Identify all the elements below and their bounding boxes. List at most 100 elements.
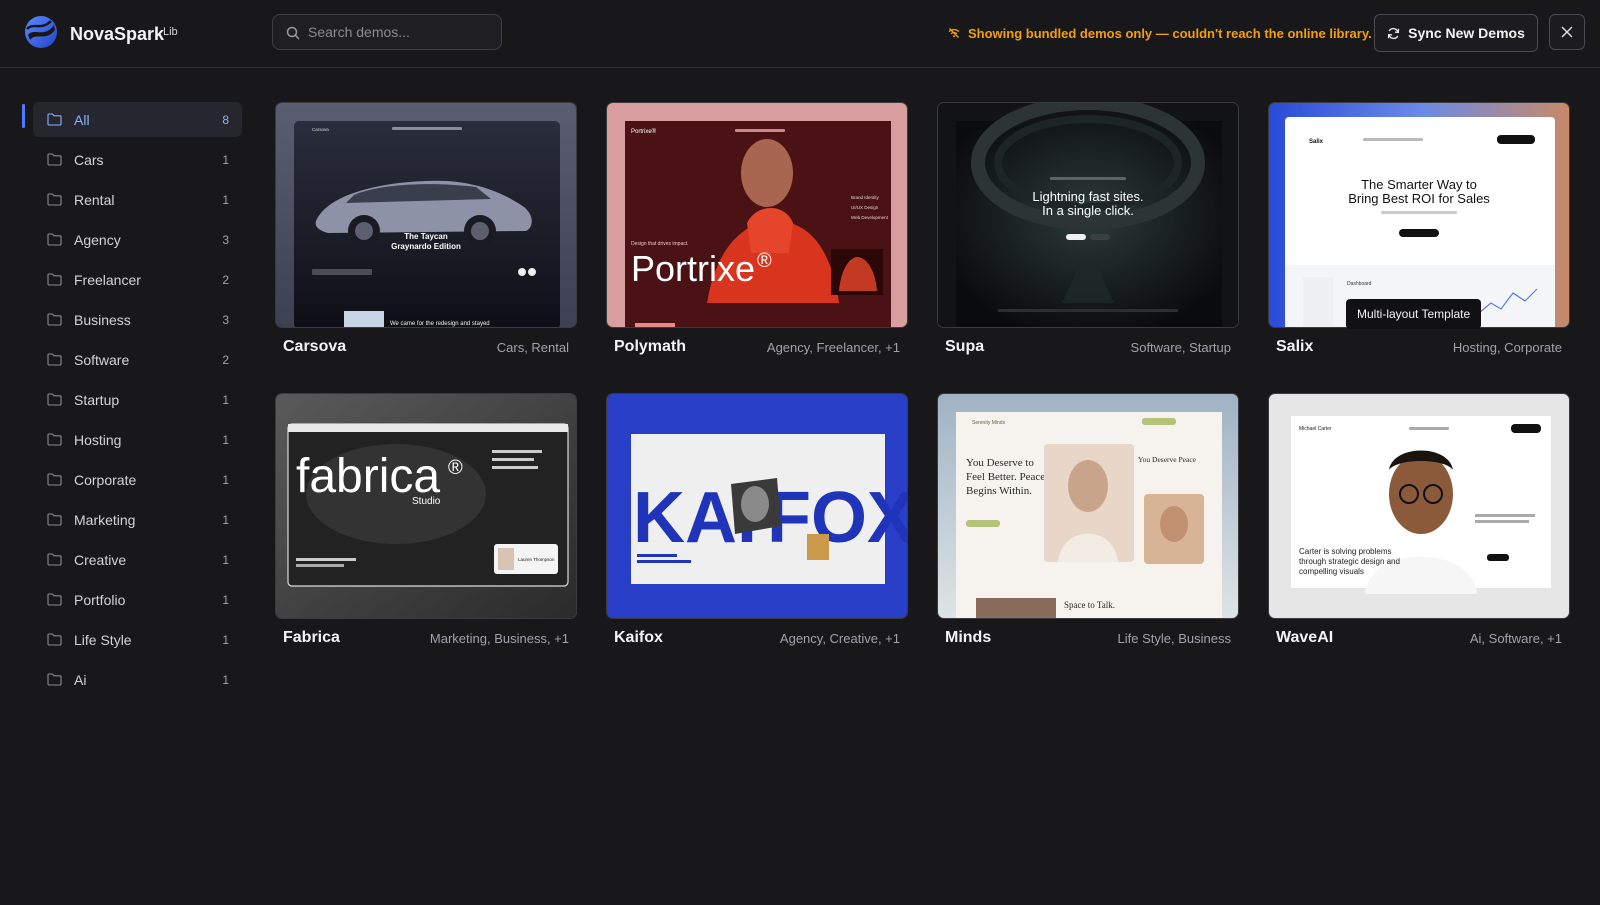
sidebar-item-count: 1 (222, 633, 229, 647)
demo-thumbnail[interactable]: Serenity Minds You Deserve to Feel Bette… (937, 393, 1239, 619)
polymath-preview: Portrixe® Design that drives impact. Por… (607, 103, 907, 327)
sidebar-item-count: 2 (222, 273, 229, 287)
search-box[interactable] (272, 14, 502, 50)
waveai-copy-3: compelling visuals (1299, 567, 1364, 576)
demo-card-kaifox[interactable]: KAI FOX Kaifox Agency, Creative, +1 (606, 393, 908, 653)
sidebar-item-count: 1 (222, 193, 229, 207)
sidebar-item-rental[interactable]: Rental 1 (33, 182, 242, 217)
demo-thumbnail[interactable]: fabrica ® Studio Lauren Thompson (275, 393, 577, 619)
sidebar-item-count: 3 (222, 313, 229, 327)
sidebar-item-all[interactable]: All 8 (33, 102, 242, 137)
salix-dash-label: Dashboard (1347, 281, 1372, 287)
fabrica-reg: ® (448, 457, 463, 479)
demo-thumbnail[interactable]: Salix The Smarter Way to Bring Best ROI … (1268, 102, 1570, 328)
polymath-tagline: Design that drives impact. (631, 241, 689, 247)
novaspark-logo-icon (25, 16, 57, 48)
kaifox-preview: KAI FOX (607, 394, 907, 618)
demo-tags: Marketing, Business, +1 (429, 631, 569, 646)
demo-card-supa[interactable]: Lightning fast sites. In a single click.… (937, 102, 1239, 362)
sidebar-item-business[interactable]: Business 3 (33, 302, 242, 337)
supa-headline-2: In a single click. (1042, 203, 1134, 218)
sidebar-item-label: Creative (74, 552, 127, 568)
sidebar-item-agency[interactable]: Agency 3 (33, 222, 242, 257)
sidebar-item-cars[interactable]: Cars 1 (33, 142, 242, 177)
folder-icon (47, 433, 62, 451)
folder-icon (47, 233, 62, 251)
salix-brand: Salix (1309, 139, 1324, 145)
sidebar-item-creative[interactable]: Creative 1 (33, 542, 242, 577)
folder-icon (47, 353, 62, 371)
close-button[interactable] (1549, 14, 1585, 50)
demo-thumbnail[interactable]: KAI FOX (606, 393, 908, 619)
sidebar-item-freelancer[interactable]: Freelancer 2 (33, 262, 242, 297)
salix-headline-1: The Smarter Way to (1361, 177, 1477, 192)
folder-icon (47, 673, 62, 691)
sidebar-item-label: Corporate (74, 472, 137, 488)
sidebar-item-ai[interactable]: Ai 1 (33, 662, 242, 697)
minds-preview: Serenity Minds You Deserve to Feel Bette… (938, 394, 1238, 618)
demo-tags: Software, Startup (1130, 340, 1231, 355)
demo-card-waveai[interactable]: Michael Carter Carter is solving problem… (1268, 393, 1570, 653)
folder-icon (47, 633, 62, 651)
carsova-headline-1: The Taycan (404, 232, 448, 241)
folder-icon (47, 273, 62, 291)
search-input[interactable] (308, 15, 493, 49)
sync-demos-button[interactable]: Sync New Demos (1374, 14, 1538, 52)
sidebar-item-startup[interactable]: Startup 1 (33, 382, 242, 417)
top-bar: NovaSpark Lib Showing bundled demos only… (0, 0, 1600, 68)
waveai-copy-2: through strategic design and (1299, 557, 1400, 566)
carsova-preview: Carsova The Taycan Graynardo Edition We … (276, 103, 576, 327)
sidebar-item-marketing[interactable]: Marketing 1 (33, 502, 242, 537)
sidebar-item-count: 8 (222, 113, 229, 127)
brand-name: NovaSpark (70, 24, 165, 44)
sidebar-item-label: Marketing (74, 512, 136, 528)
sidebar-item-software[interactable]: Software 2 (33, 342, 242, 377)
demo-title: Minds (945, 629, 992, 646)
waveai-preview: Michael Carter Carter is solving problem… (1269, 394, 1569, 618)
minds-footer: Space to Talk. (1064, 600, 1115, 610)
folder-icon (47, 393, 62, 411)
sidebar-item-portfolio[interactable]: Portfolio 1 (33, 582, 242, 617)
demo-title: Carsova (283, 338, 347, 355)
sidebar-item-count: 2 (222, 353, 229, 367)
polymath-headline: Portrixe (631, 248, 755, 289)
demo-card-polymath[interactable]: Portrixe® Design that drives impact. Por… (606, 102, 908, 362)
brand-badge: Lib (163, 26, 178, 38)
sidebar-item-label: Rental (74, 192, 115, 208)
demo-card-carsova[interactable]: Carsova The Taycan Graynardo Edition We … (275, 102, 577, 362)
waveai-copy-1: Carter is solving problems (1299, 547, 1391, 556)
demo-thumbnail[interactable]: Portrixe® Design that drives impact. Por… (606, 102, 908, 328)
minds-headline-3: Begins Within. (966, 485, 1032, 497)
carsova-footer: We came for the redesign and stayed (390, 321, 490, 327)
demo-tags: Agency, Freelancer, +1 (766, 340, 900, 355)
sidebar-item-label: All (74, 112, 90, 128)
demo-card-minds[interactable]: Serenity Minds You Deserve to Feel Bette… (937, 393, 1239, 653)
demo-card-fabrica[interactable]: fabrica ® Studio Lauren Thompson Fabrica… (275, 393, 577, 653)
demo-tags: Hosting, Corporate (1452, 340, 1562, 355)
folder-icon (47, 113, 62, 131)
sidebar-item-hosting[interactable]: Hosting 1 (33, 422, 242, 457)
sidebar-item-label: Software (74, 352, 130, 368)
sidebar-item-count: 1 (222, 673, 229, 687)
demo-thumbnail[interactable]: Michael Carter Carter is solving problem… (1268, 393, 1570, 619)
minds-headline-1: You Deserve to (966, 457, 1034, 469)
sidebar-item-label: Cars (74, 152, 104, 168)
carsova-brand: Carsova (312, 127, 329, 132)
template-tooltip: Multi-layout Template (1346, 299, 1482, 329)
demo-title: Polymath (614, 338, 687, 355)
demo-title: WaveAI (1276, 629, 1334, 646)
sidebar-item-label: Ai (74, 672, 87, 688)
salix-preview: Salix The Smarter Way to Bring Best ROI … (1269, 103, 1569, 327)
search-icon (286, 26, 300, 40)
refresh-icon (1387, 27, 1400, 39)
sidebar-item-corporate[interactable]: Corporate 1 (33, 462, 242, 497)
demo-tags: Life Style, Business (1117, 631, 1231, 646)
sync-button-label: Sync New Demos (1408, 25, 1525, 41)
folder-icon (47, 473, 62, 491)
supa-preview: Lightning fast sites. In a single click. (938, 103, 1238, 327)
tooltip-text: Multi-layout Template (1357, 307, 1471, 321)
demo-title: Supa (945, 338, 985, 355)
sidebar-item-life-style[interactable]: Life Style 1 (33, 622, 242, 657)
demo-thumbnail[interactable]: Lightning fast sites. In a single click. (937, 102, 1239, 328)
demo-thumbnail[interactable]: Carsova The Taycan Graynardo Edition We … (275, 102, 577, 328)
